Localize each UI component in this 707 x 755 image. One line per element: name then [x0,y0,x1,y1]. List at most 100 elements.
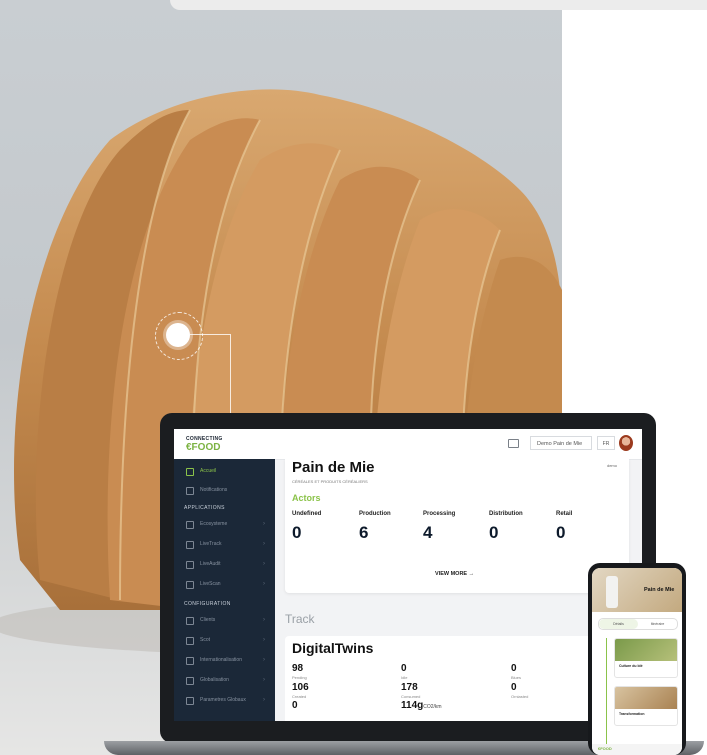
pulse-icon [186,561,194,569]
sidebar-item-ecosysteme[interactable]: Ecosysteme › [174,517,275,531]
step-label: Transformation [619,712,645,716]
digital-twins-card: DigitalTwins 98 Pending 106 Created 0 0 … [285,636,629,721]
chevron-right-icon: › [263,561,265,567]
sidebar-item-label: LiveTrack [200,541,222,547]
dt-label: Blues [511,675,522,680]
message-icon[interactable] [508,439,519,448]
stat-label: Retail [556,511,573,517]
dt-value: 0 [401,663,407,674]
gear-icon [186,697,194,705]
sidebar-item-label: Internationalisation [200,657,242,663]
sidebar-item-parametres[interactable]: Parametres Globaux › [174,693,275,707]
chevron-right-icon: › [263,541,265,547]
dt-value: 178 [401,682,418,693]
chevron-right-icon: › [263,677,265,683]
hotspot-marker[interactable] [166,323,190,347]
sidebar-item-notifications[interactable]: Notifications [174,483,275,497]
scan-icon [186,581,194,589]
users-icon [186,617,194,625]
sidebar-item-label: Scot [200,637,211,643]
view-more-link[interactable]: VIEW MORE → [435,571,474,577]
logo[interactable]: €FOOD [186,442,220,453]
phone-step-card[interactable]: Culture du blé [614,638,678,678]
field-image [615,639,677,661]
dt-label: Orniasted [511,694,529,699]
dt-value: 106 [292,682,309,693]
dt-value: 0 [511,682,517,693]
dt-label: Pending [292,675,307,680]
top-banner [170,0,707,10]
co2-value: 114g [401,700,424,711]
sidebar-item-clients[interactable]: Clients › [174,613,275,627]
sidebar-item-scot[interactable]: Scot › [174,633,275,647]
sidebar-item-liveaudit[interactable]: LiveAudit › [174,557,275,571]
dt-value: 0 [511,663,517,674]
phone-tabs: Détails Itinéraire [598,618,678,630]
product-select[interactable]: Demo Pain de Mie [530,436,592,450]
sidebar-item-globalisation[interactable]: Globalisation › [174,673,275,687]
language-select[interactable]: FR [597,436,615,450]
stat-value: 6 [359,523,369,542]
chevron-right-icon: › [263,581,265,587]
sidebar-item-label: Globalisation [200,677,229,683]
phone-footer: €FOOD [592,744,682,755]
track-heading: Track [285,612,315,626]
stat-label: Production [359,511,391,517]
phone-logo: €FOOD [598,746,612,751]
chevron-right-icon: › [263,697,265,703]
dt-label: Idle [401,675,408,680]
sidebar-item-label: LiveScan [200,581,221,587]
calendar-icon [186,637,194,645]
chevron-right-icon: › [263,617,265,623]
product-image [606,576,618,608]
stat-value: 0 [556,523,566,542]
main-content: Pain de Mie CÉRÉALES ET PRODUITS CÉRÉALI… [275,459,642,721]
sidebar-item-livetrack[interactable]: LiveTrack › [174,537,275,551]
sidebar-item-label: Parametres Globaux [200,697,246,703]
co2-unit: CO2/km [423,704,442,710]
actors-heading: Actors [292,493,321,503]
step-label: Culture du blé [619,664,643,668]
ecosystem-icon [186,521,194,529]
hotspot-connector [190,334,231,415]
stat-label: Undefined [292,511,322,517]
sidebar-item-internationalisation[interactable]: Internationalisation › [174,653,275,667]
globe-icon [186,541,194,549]
flour-image [615,687,677,709]
tab-itineraire[interactable]: Itinéraire [638,619,677,629]
app-screen: CONNECTING €FOOD Demo Pain de Mie FR Acc… [174,429,642,721]
phone-frame: Pain de Mie Détails Itinéraire Culture d… [588,563,686,755]
phone-hero: Pain de Mie [592,568,682,612]
sidebar-item-label: Clients [200,617,216,623]
demo-tag: demo [606,463,617,468]
dt-label: Consumed [401,694,421,699]
section-configuration: CONFIGURATION [184,601,231,607]
phone-product-title: Pain de Mie [644,587,675,593]
sidebar-item-accueil[interactable]: Accueil [174,464,275,478]
product-card: Pain de Mie CÉRÉALES ET PRODUITS CÉRÉALI… [285,459,629,593]
home-icon [186,468,194,476]
stat-value: 0 [489,523,499,542]
phone-step-card[interactable]: Transformation [614,686,678,726]
sidebar-item-label: Ecosysteme [200,521,228,527]
dt-value: 98 [292,663,304,674]
avatar[interactable] [619,435,633,451]
stat-value: 0 [292,523,302,542]
dt-value: 0 [292,700,298,711]
tab-details[interactable]: Détails [599,619,638,629]
sidebar-item-livescan[interactable]: LiveScan › [174,577,275,591]
phone-screen: Pain de Mie Détails Itinéraire Culture d… [592,568,682,755]
stat-label: Processing [423,511,456,517]
sidebar: Accueil Notifications APPLICATIONS Ecosy… [174,459,275,721]
book-icon [186,677,194,685]
sidebar-item-label: LiveAudit [200,561,221,567]
timeline-line [606,638,607,748]
chevron-right-icon: › [263,521,265,527]
sidebar-item-label: Notifications [200,487,228,493]
dt-label: Created [292,694,307,699]
chevron-right-icon: › [263,637,265,643]
globe-icon [186,657,194,665]
product-category: CÉRÉALES ET PRODUITS CÉRÉALIERS [292,479,368,484]
sidebar-item-label: Accueil [200,468,217,474]
app-header: CONNECTING €FOOD Demo Pain de Mie FR [174,429,642,460]
